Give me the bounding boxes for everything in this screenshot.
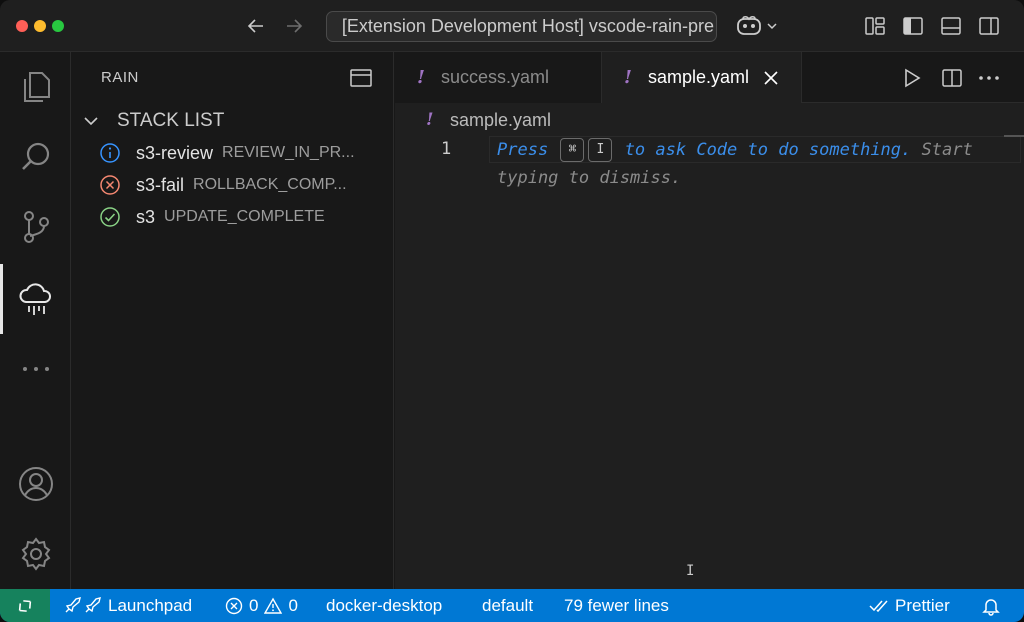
stack-status: ROLLBACK_COMP... (193, 176, 347, 193)
section-label: STACK LIST (117, 110, 225, 131)
breadcrumb-file[interactable]: sample.yaml (450, 110, 551, 131)
cmd-key: ⌘ (560, 138, 585, 162)
command-center-title[interactable]: [Extension Development Host] vscode-rain… (326, 11, 717, 42)
tab-label: sample.yaml (648, 67, 750, 87)
activity-bar (0, 52, 71, 589)
stack-status: UPDATE_COMPLETE (164, 208, 325, 225)
diff-summary[interactable]: 79 fewer lines (564, 589, 669, 622)
rain-cloud-icon[interactable] (0, 264, 71, 334)
title-bar: [Extension Development Host] vscode-rain… (0, 0, 1024, 52)
remote-icon (18, 599, 32, 612)
search-icon[interactable] (0, 122, 71, 192)
more-actions-icon[interactable] (975, 64, 1003, 92)
yaml-file-icon: ! (624, 67, 632, 88)
accounts-icon[interactable] (0, 449, 71, 519)
line-number: 1 (441, 139, 452, 159)
source-control-icon[interactable] (0, 192, 71, 262)
rain-sidebar: RAIN STACK LIST s3-review REVIEW_IN_PR..… (71, 52, 394, 589)
sidebar-title: RAIN (101, 69, 139, 86)
stack-list-section-header[interactable]: STACK LIST (71, 104, 394, 138)
breadcrumb[interactable]: ! sample.yaml (426, 109, 551, 131)
copilot-menu-icon[interactable] (734, 12, 780, 40)
stack-status: REVIEW_IN_PR... (222, 144, 355, 161)
run-icon[interactable] (898, 64, 926, 92)
problems-indicator[interactable]: 0 0 (225, 589, 298, 622)
tab-success-yaml[interactable]: ! success.yaml (395, 52, 602, 103)
collapse-all-icon[interactable] (349, 66, 373, 90)
manage-gear-icon[interactable] (0, 519, 71, 589)
hint-ask: to ask Code to do something. (624, 140, 912, 160)
error-count: 0 (249, 595, 259, 615)
stack-name: s3-fail (136, 174, 185, 195)
stack-item-s3-fail[interactable]: s3-fail ROLLBACK_COMP... (71, 169, 394, 201)
editor-tab-bar: ! success.yaml ! sample.yaml (395, 52, 1024, 103)
hint-start: Start (911, 140, 973, 160)
toggle-secondary-sidebar-icon[interactable] (975, 12, 1003, 40)
toggle-panel-icon[interactable] (937, 12, 965, 40)
customize-layout-icon[interactable] (861, 12, 889, 40)
forward-arrow-icon[interactable] (280, 12, 308, 40)
hint-dismiss: typing to dismiss. (497, 168, 682, 188)
minimize-window-button[interactable] (34, 20, 46, 32)
check-icon (98, 205, 122, 229)
zoom-window-button[interactable] (52, 20, 64, 32)
overview-ruler-mark (1004, 135, 1024, 137)
prettier-button[interactable]: Prettier (869, 589, 950, 622)
toggle-primary-sidebar-icon[interactable] (899, 12, 927, 40)
chevron-down-icon (71, 113, 101, 129)
kube-namespace[interactable]: default (482, 589, 533, 622)
warning-icon (264, 597, 283, 614)
rocket-icon (65, 596, 101, 612)
stack-item-s3[interactable]: s3 UPDATE_COMPLETE (71, 201, 394, 233)
close-window-button[interactable] (16, 20, 28, 32)
hint-press: Press (497, 140, 549, 160)
prettier-label: Prettier (895, 595, 950, 615)
explorer-files-icon[interactable] (0, 52, 71, 122)
info-icon (98, 141, 122, 165)
split-editor-icon[interactable] (938, 64, 966, 92)
launchpad-label: Launchpad (108, 595, 193, 615)
close-tab-icon[interactable] (761, 68, 781, 88)
warning-count: 0 (288, 595, 298, 615)
status-bar: Launchpad 0 0 docker-desktop default 79 … (0, 589, 1024, 622)
error-icon (98, 173, 122, 197)
kube-context[interactable]: docker-desktop (326, 589, 442, 622)
i-key: I (588, 138, 613, 162)
back-arrow-icon[interactable] (242, 12, 270, 40)
notifications-bell-icon[interactable] (981, 589, 1001, 622)
stack-name: s3-review (136, 142, 214, 163)
editor-area[interactable]: ! sample.yaml 1 Press ⌘ I to ask Code to … (395, 103, 1024, 589)
remote-indicator[interactable] (0, 589, 50, 622)
vscode-window: [Extension Development Host] vscode-rain… (0, 0, 1024, 622)
yaml-file-icon: ! (417, 67, 425, 88)
launchpad-button[interactable]: Launchpad (62, 589, 192, 622)
stack-item-s3-review[interactable]: s3-review REVIEW_IN_PR... (71, 137, 394, 169)
yaml-file-icon: ! (426, 110, 434, 130)
inline-chat-hint: Press ⌘ I to ask Code to do something. St… (497, 136, 1009, 192)
more-views-icon[interactable] (0, 334, 71, 404)
error-icon (225, 597, 243, 614)
text-cursor-icon: I (686, 563, 695, 579)
double-check-icon (869, 599, 888, 612)
tab-label: success.yaml (441, 67, 550, 87)
tab-sample-yaml[interactable]: ! sample.yaml (602, 52, 802, 103)
stack-name: s3 (136, 206, 156, 227)
